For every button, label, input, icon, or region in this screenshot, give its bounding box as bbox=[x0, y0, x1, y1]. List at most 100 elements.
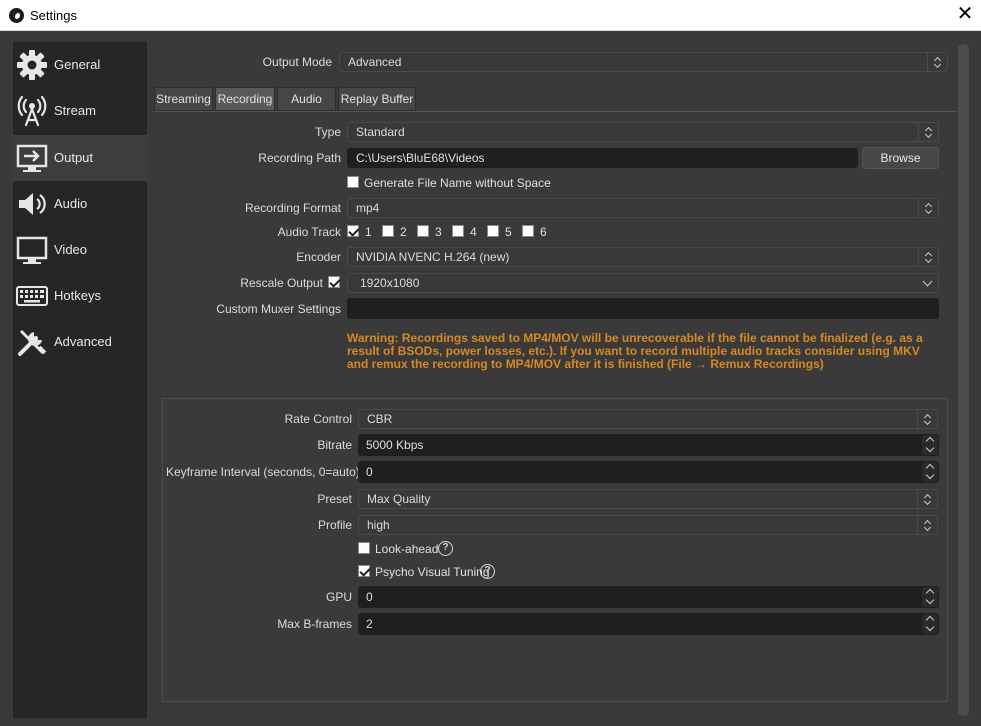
audio-track-2-label: 2 bbox=[400, 225, 407, 239]
profile-label: Profile bbox=[317, 518, 352, 532]
settings-sidebar: General Stream Output Audio Video Hotkey… bbox=[13, 42, 147, 718]
output-mode-value: Advanced bbox=[348, 55, 402, 69]
type-value: Standard bbox=[356, 125, 405, 139]
sidebar-item-general[interactable]: General bbox=[13, 42, 147, 88]
recording-path-input[interactable]: C:\Users\BluE68\Videos bbox=[347, 148, 858, 168]
rate-control-select[interactable]: CBR bbox=[358, 409, 938, 429]
rescale-output-checkbox[interactable] bbox=[328, 276, 340, 288]
sidebar-item-label: Video bbox=[54, 242, 88, 257]
audio-track-1-label: 1 bbox=[365, 225, 372, 239]
sidebar-item-label: Output bbox=[54, 150, 94, 165]
look-ahead-checkbox[interactable] bbox=[358, 542, 370, 554]
encoder-select[interactable]: NVIDIA NVENC H.264 (new) bbox=[347, 247, 939, 267]
rate-control-value: CBR bbox=[367, 412, 393, 426]
audio-track-2-checkbox[interactable] bbox=[382, 225, 394, 237]
up-down-arrows-icon bbox=[917, 516, 937, 534]
up-down-arrows-icon bbox=[918, 123, 938, 141]
tab-replay-buffer[interactable]: Replay Buffer bbox=[338, 87, 416, 111]
browse-button[interactable]: Browse bbox=[862, 147, 939, 169]
no-space-label: Generate File Name without Space bbox=[364, 176, 551, 190]
recording-format-label: Recording Format bbox=[244, 201, 341, 215]
rescale-output-label: Rescale Output bbox=[240, 276, 323, 290]
sidebar-item-label: Hotkeys bbox=[54, 288, 101, 303]
bitrate-value: 5000 Kbps bbox=[366, 438, 424, 452]
up-down-arrows-icon bbox=[917, 410, 937, 428]
antenna-icon bbox=[17, 95, 47, 127]
preset-value: Max Quality bbox=[367, 492, 431, 506]
output-mode-select[interactable]: Advanced bbox=[339, 52, 948, 72]
recording-format-select[interactable]: mp4 bbox=[347, 198, 939, 218]
encoder-label: Encoder bbox=[296, 250, 341, 264]
max-b-frames-spinbox[interactable]: 2 bbox=[358, 613, 939, 635]
sidebar-item-label: Stream bbox=[54, 103, 96, 118]
gpu-spinbox[interactable]: 0 bbox=[358, 586, 939, 608]
psycho-visual-tuning-checkbox[interactable] bbox=[358, 565, 370, 577]
audio-track-1-checkbox[interactable] bbox=[347, 225, 359, 237]
monitor-icon bbox=[16, 236, 48, 264]
up-down-arrows-icon bbox=[927, 53, 947, 71]
profile-select[interactable]: high bbox=[358, 515, 938, 535]
keyboard-icon bbox=[16, 286, 48, 306]
custom-muxer-input[interactable] bbox=[347, 298, 939, 319]
vertical-scrollbar[interactable] bbox=[958, 44, 969, 716]
sidebar-item-output[interactable]: Output bbox=[13, 135, 147, 181]
decrement-arrow-icon[interactable] bbox=[922, 624, 938, 634]
type-label: Type bbox=[314, 125, 341, 139]
bitrate-spinbox[interactable]: 5000 Kbps bbox=[358, 434, 939, 456]
sidebar-item-audio[interactable]: Audio bbox=[13, 181, 147, 227]
decrement-arrow-icon[interactable] bbox=[922, 597, 938, 607]
profile-value: high bbox=[367, 518, 390, 532]
keyframe-interval-spinbox[interactable]: 0 bbox=[358, 461, 939, 483]
audio-track-6-checkbox[interactable] bbox=[522, 225, 534, 237]
up-down-arrows-icon bbox=[918, 199, 938, 217]
obs-logo-icon bbox=[9, 8, 24, 23]
window-title: Settings bbox=[30, 8, 77, 23]
help-icon[interactable]: ? bbox=[438, 541, 453, 556]
audio-track-4-checkbox[interactable] bbox=[452, 225, 464, 237]
tab-audio[interactable]: Audio bbox=[277, 87, 336, 111]
no-space-checkbox[interactable] bbox=[347, 176, 359, 188]
look-ahead-label: Look-ahead bbox=[375, 542, 439, 556]
gpu-value: 0 bbox=[366, 590, 373, 604]
max-b-frames-value: 2 bbox=[366, 617, 373, 631]
audio-track-6-label: 6 bbox=[540, 225, 547, 239]
gpu-label: GPU bbox=[325, 590, 352, 604]
keyframe-interval-value: 0 bbox=[366, 465, 373, 479]
output-mode-label: Output Mode bbox=[262, 55, 332, 69]
preset-select[interactable]: Max Quality bbox=[358, 489, 938, 509]
rescale-resolution-value: 1920x1080 bbox=[360, 276, 420, 290]
close-window-button[interactable]: ✕ bbox=[949, 0, 981, 31]
rate-control-label: Rate Control bbox=[284, 412, 352, 426]
audio-track-5-label: 5 bbox=[505, 225, 512, 239]
audio-track-5-checkbox[interactable] bbox=[487, 225, 499, 237]
sidebar-item-label: General bbox=[54, 57, 101, 72]
speaker-icon bbox=[19, 193, 46, 215]
audio-track-label: Audio Track bbox=[277, 225, 341, 239]
help-icon[interactable]: ? bbox=[480, 564, 495, 579]
tab-streaming[interactable]: Streaming bbox=[154, 87, 213, 111]
sidebar-item-stream[interactable]: Stream bbox=[13, 88, 147, 134]
sidebar-item-video[interactable]: Video bbox=[13, 227, 147, 273]
decrement-arrow-icon[interactable] bbox=[922, 445, 938, 455]
up-down-arrows-icon bbox=[918, 248, 938, 266]
sidebar-item-label: Advanced bbox=[54, 334, 112, 349]
tab-divider bbox=[153, 111, 957, 112]
chevron-down-icon bbox=[918, 274, 938, 292]
keyframe-interval-label: Keyframe Interval (seconds, 0=auto) bbox=[166, 465, 360, 479]
preset-label: Preset bbox=[317, 492, 352, 506]
title-bar: Settings ✕ bbox=[0, 0, 981, 31]
output-monitor-icon bbox=[16, 144, 48, 172]
decrement-arrow-icon[interactable] bbox=[922, 472, 938, 482]
tab-recording[interactable]: Recording bbox=[215, 87, 275, 111]
type-select[interactable]: Standard bbox=[347, 122, 939, 142]
audio-track-3-label: 3 bbox=[435, 225, 442, 239]
rescale-resolution-select[interactable]: 1920x1080 bbox=[347, 273, 939, 293]
tools-icon bbox=[18, 330, 47, 356]
sidebar-item-advanced[interactable]: Advanced bbox=[13, 319, 147, 365]
sidebar-item-label: Audio bbox=[54, 196, 88, 211]
audio-track-3-checkbox[interactable] bbox=[417, 225, 429, 237]
custom-muxer-label: Custom Muxer Settings bbox=[216, 302, 341, 316]
recording-path-label: Recording Path bbox=[258, 151, 341, 165]
encoder-value: NVIDIA NVENC H.264 (new) bbox=[356, 250, 510, 264]
sidebar-item-hotkeys[interactable]: Hotkeys bbox=[13, 273, 147, 319]
